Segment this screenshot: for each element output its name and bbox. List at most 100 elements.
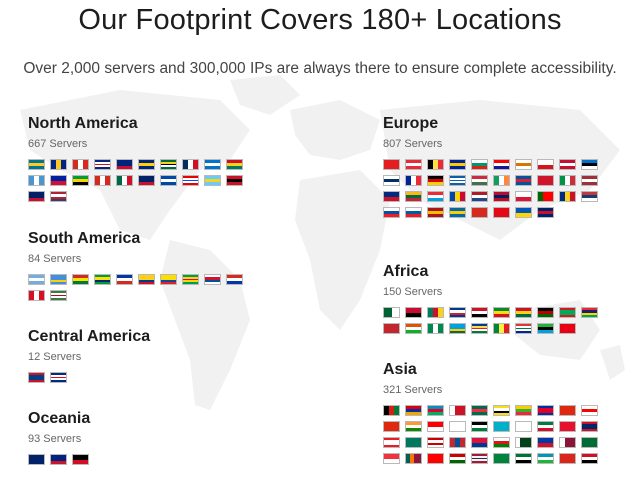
region-server-count: 321 Servers [383,384,443,396]
region-south-america: South America 84 Servers [28,230,248,301]
region-name: Europe [383,115,439,132]
region-central-america: Central America 12 Servers [28,328,248,383]
flag-puerto-rico-icon [182,175,199,186]
flag-cyprus-icon [515,159,532,170]
region-oceania: Oceania 93 Servers [28,410,248,465]
flag-germany-icon [427,175,444,186]
flag-tajikistan-icon [449,453,466,464]
flag-tanzania-icon [537,323,554,334]
flag-macau-icon [405,437,422,448]
region-server-count: 93 Servers [28,433,82,445]
flag-south-africa-icon [515,323,532,334]
flag-croatia-icon [493,159,510,170]
flag-united-kingdom-icon [537,207,554,218]
flag-aruba-icon [50,274,67,285]
flag-senegal-icon [493,323,510,334]
flag-czechia-icon [537,159,554,170]
region-europe: Europe 807 Servers [383,115,603,218]
region-server-count: 12 Servers [28,351,82,363]
flag-algeria-icon [383,307,400,318]
flag-montserrat-icon [138,175,155,186]
flag-singapore-icon [383,453,400,464]
flag-pakistan-icon [515,437,532,448]
flag-brunei-icon [493,405,510,416]
flag-costa-rica-icon [50,372,67,383]
flag-norway-icon [493,191,510,202]
flag-ireland-icon [493,175,510,186]
flag-grenada-icon [226,159,243,170]
flag-hong-kong-icon [383,421,400,432]
flag-kyrgyzstan-icon [559,421,576,432]
region-name: Asia [383,361,417,378]
region-africa: Africa 150 Servers [383,263,603,334]
flag-austria-icon [405,159,422,170]
flag-new-zealand-icon [50,454,67,465]
flag-bosnia-icon [449,159,466,170]
flag-lithuania-icon [405,191,422,202]
flag-france-icon [405,175,422,186]
flag-angola-icon [405,307,422,318]
flag-sri-lanka-icon [405,453,422,464]
flag-el-salvador-icon [160,175,177,186]
flag-vietnam-icon [559,453,576,464]
flag-bolivia-icon [72,274,89,285]
flag-albania-icon [383,159,400,170]
flag-south-korea-icon [515,421,532,432]
flag-dominica-icon [160,159,177,170]
flag-kuwait-icon [537,421,554,432]
flag-grid [28,454,248,465]
flag-guatemala-icon [28,175,45,186]
flag-rwanda-icon [449,323,466,334]
flag-british-virgin-islands-icon [138,159,155,170]
flag-oman-icon [493,437,510,448]
region-name: South America [28,230,141,247]
flag-sweden-icon [449,207,466,218]
flag-switzerland-icon [471,207,488,218]
flag-afghanistan-icon [383,405,400,416]
flag-spain-icon [427,207,444,218]
flag-hungary-icon [471,175,488,186]
flag-nepal-icon [471,437,488,448]
flag-romania-icon [559,191,576,202]
flag-uae-icon [515,453,532,464]
flag-slovenia-icon [405,207,422,218]
flag-liechtenstein-icon [383,191,400,202]
flag-latvia-icon [581,175,598,186]
flag-belize-icon [28,372,45,383]
flag-bulgaria-icon [471,159,488,170]
flag-haiti-icon [50,175,67,186]
flag-belgium-icon [427,159,444,170]
flag-turks-caicos-icon [28,191,45,202]
flag-poland-icon [515,191,532,202]
flag-slovakia-icon [383,207,400,218]
flag-cape-verde-icon [449,307,466,318]
flag-laos-icon [581,421,598,432]
flag-egypt-icon [471,307,488,318]
flag-myanmar-icon [515,405,532,416]
flag-mauritania-icon [559,307,576,318]
flag-denmark-icon [559,159,576,170]
flag-yemen-icon [581,453,598,464]
flag-saudi-arabia-icon [581,437,598,448]
flag-paraguay-icon [226,274,243,285]
flag-trinidad-icon [226,175,243,186]
flag-canada-2-icon [94,175,111,186]
flag-ecuador-icon [160,274,177,285]
region-server-count: 150 Servers [383,286,443,298]
flag-grid [28,274,248,301]
flag-malaysia-icon [427,437,444,448]
flag-grid [28,372,248,383]
flag-georgia-icon [581,405,598,416]
flag-saint-lucia-icon [204,175,221,186]
flag-brazil-icon [94,274,111,285]
flag-serbia-icon [581,191,598,202]
flag-ethiopia-icon [493,307,510,318]
flag-kazakhstan-icon [493,421,510,432]
flag-united-states-icon [50,191,67,202]
flag-ukraine-icon [515,207,532,218]
flag-barbados-icon [50,159,67,170]
flag-grid [383,405,603,464]
flag-grid [383,159,603,218]
flag-india-icon [405,421,422,432]
flag-japan-icon [449,421,466,432]
